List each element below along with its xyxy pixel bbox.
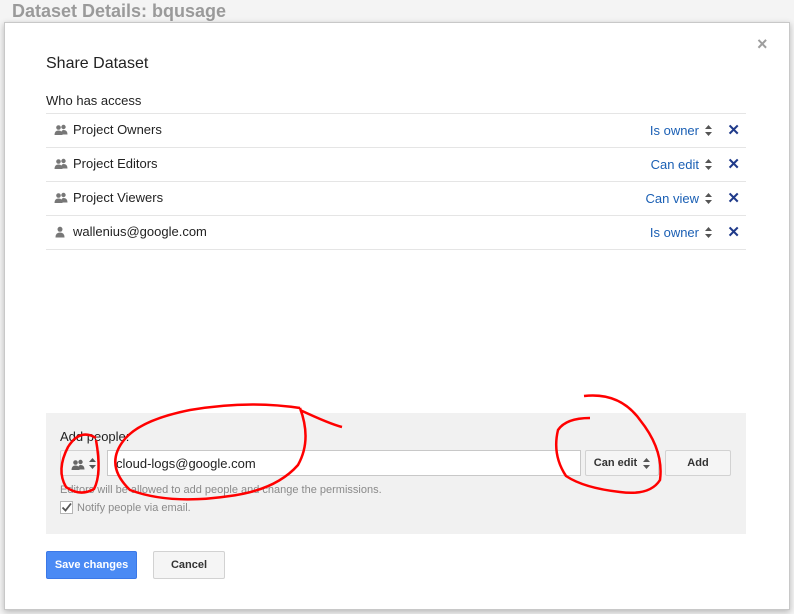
remove-icon[interactable]: ✕ bbox=[727, 189, 740, 207]
access-name: wallenius@google.com bbox=[73, 224, 207, 239]
access-name: Project Owners bbox=[73, 122, 162, 137]
dialog-title: Share Dataset bbox=[46, 55, 149, 72]
access-name: Project Editors bbox=[73, 156, 158, 171]
up-down-arrows-icon bbox=[89, 458, 96, 469]
access-row-project-editors: Project Editors Can edit ✕ bbox=[46, 148, 746, 182]
up-down-arrows-icon bbox=[705, 227, 712, 238]
permission-select[interactable]: Can view bbox=[646, 191, 712, 206]
notify-checkbox[interactable] bbox=[60, 501, 73, 514]
remove-icon[interactable]: ✕ bbox=[727, 121, 740, 139]
permission-label: Is owner bbox=[649, 225, 699, 240]
permission-label: Can view bbox=[645, 191, 699, 206]
permission-select[interactable]: Is owner bbox=[650, 225, 712, 240]
up-down-arrows-icon bbox=[705, 193, 712, 204]
access-row-project-owners: Project Owners Is owner ✕ bbox=[46, 114, 746, 148]
permission-select[interactable]: Is owner bbox=[650, 123, 712, 138]
save-changes-button[interactable]: Save changes bbox=[46, 551, 137, 579]
permission-label: Can edit bbox=[650, 157, 699, 172]
access-list: Project Owners Is owner ✕ Project Editor… bbox=[46, 113, 746, 250]
group-icon bbox=[54, 158, 68, 169]
access-row-user: wallenius@google.com Is owner ✕ bbox=[46, 216, 746, 250]
add-people-panel: Add people: Can edit Add Editors will be… bbox=[46, 413, 746, 534]
share-type-select[interactable] bbox=[60, 450, 100, 476]
email-input[interactable] bbox=[107, 450, 581, 476]
add-people-label: Add people: bbox=[60, 429, 130, 444]
page-title: Dataset Details: bqusage bbox=[12, 1, 227, 21]
up-down-arrows-icon bbox=[705, 159, 712, 170]
checkmark-icon bbox=[61, 502, 72, 512]
access-row-project-viewers: Project Viewers Can view ✕ bbox=[46, 182, 746, 216]
remove-icon[interactable]: ✕ bbox=[727, 223, 740, 241]
add-button[interactable]: Add bbox=[665, 450, 731, 476]
close-icon[interactable]: × bbox=[757, 34, 768, 54]
who-has-access-label: Who has access bbox=[46, 93, 142, 108]
group-icon bbox=[54, 192, 68, 203]
group-icon bbox=[71, 459, 85, 470]
notify-label: Notify people via email. bbox=[77, 501, 191, 514]
up-down-arrows-icon bbox=[643, 457, 651, 469]
access-name: Project Viewers bbox=[73, 190, 164, 205]
notify-option: Notify people via email. bbox=[60, 501, 191, 514]
person-icon bbox=[55, 226, 65, 238]
cancel-button[interactable]: Cancel bbox=[153, 551, 225, 579]
up-down-arrows-icon bbox=[705, 125, 712, 136]
permission-hint: Editors will be allowed to add people an… bbox=[60, 484, 382, 496]
remove-icon[interactable]: ✕ bbox=[727, 155, 740, 173]
group-icon bbox=[54, 124, 68, 135]
permission-label: Can edit bbox=[593, 457, 638, 469]
permission-select[interactable]: Can edit bbox=[651, 157, 712, 172]
new-permission-select[interactable]: Can edit bbox=[585, 450, 659, 476]
permission-label: Is owner bbox=[649, 123, 699, 138]
